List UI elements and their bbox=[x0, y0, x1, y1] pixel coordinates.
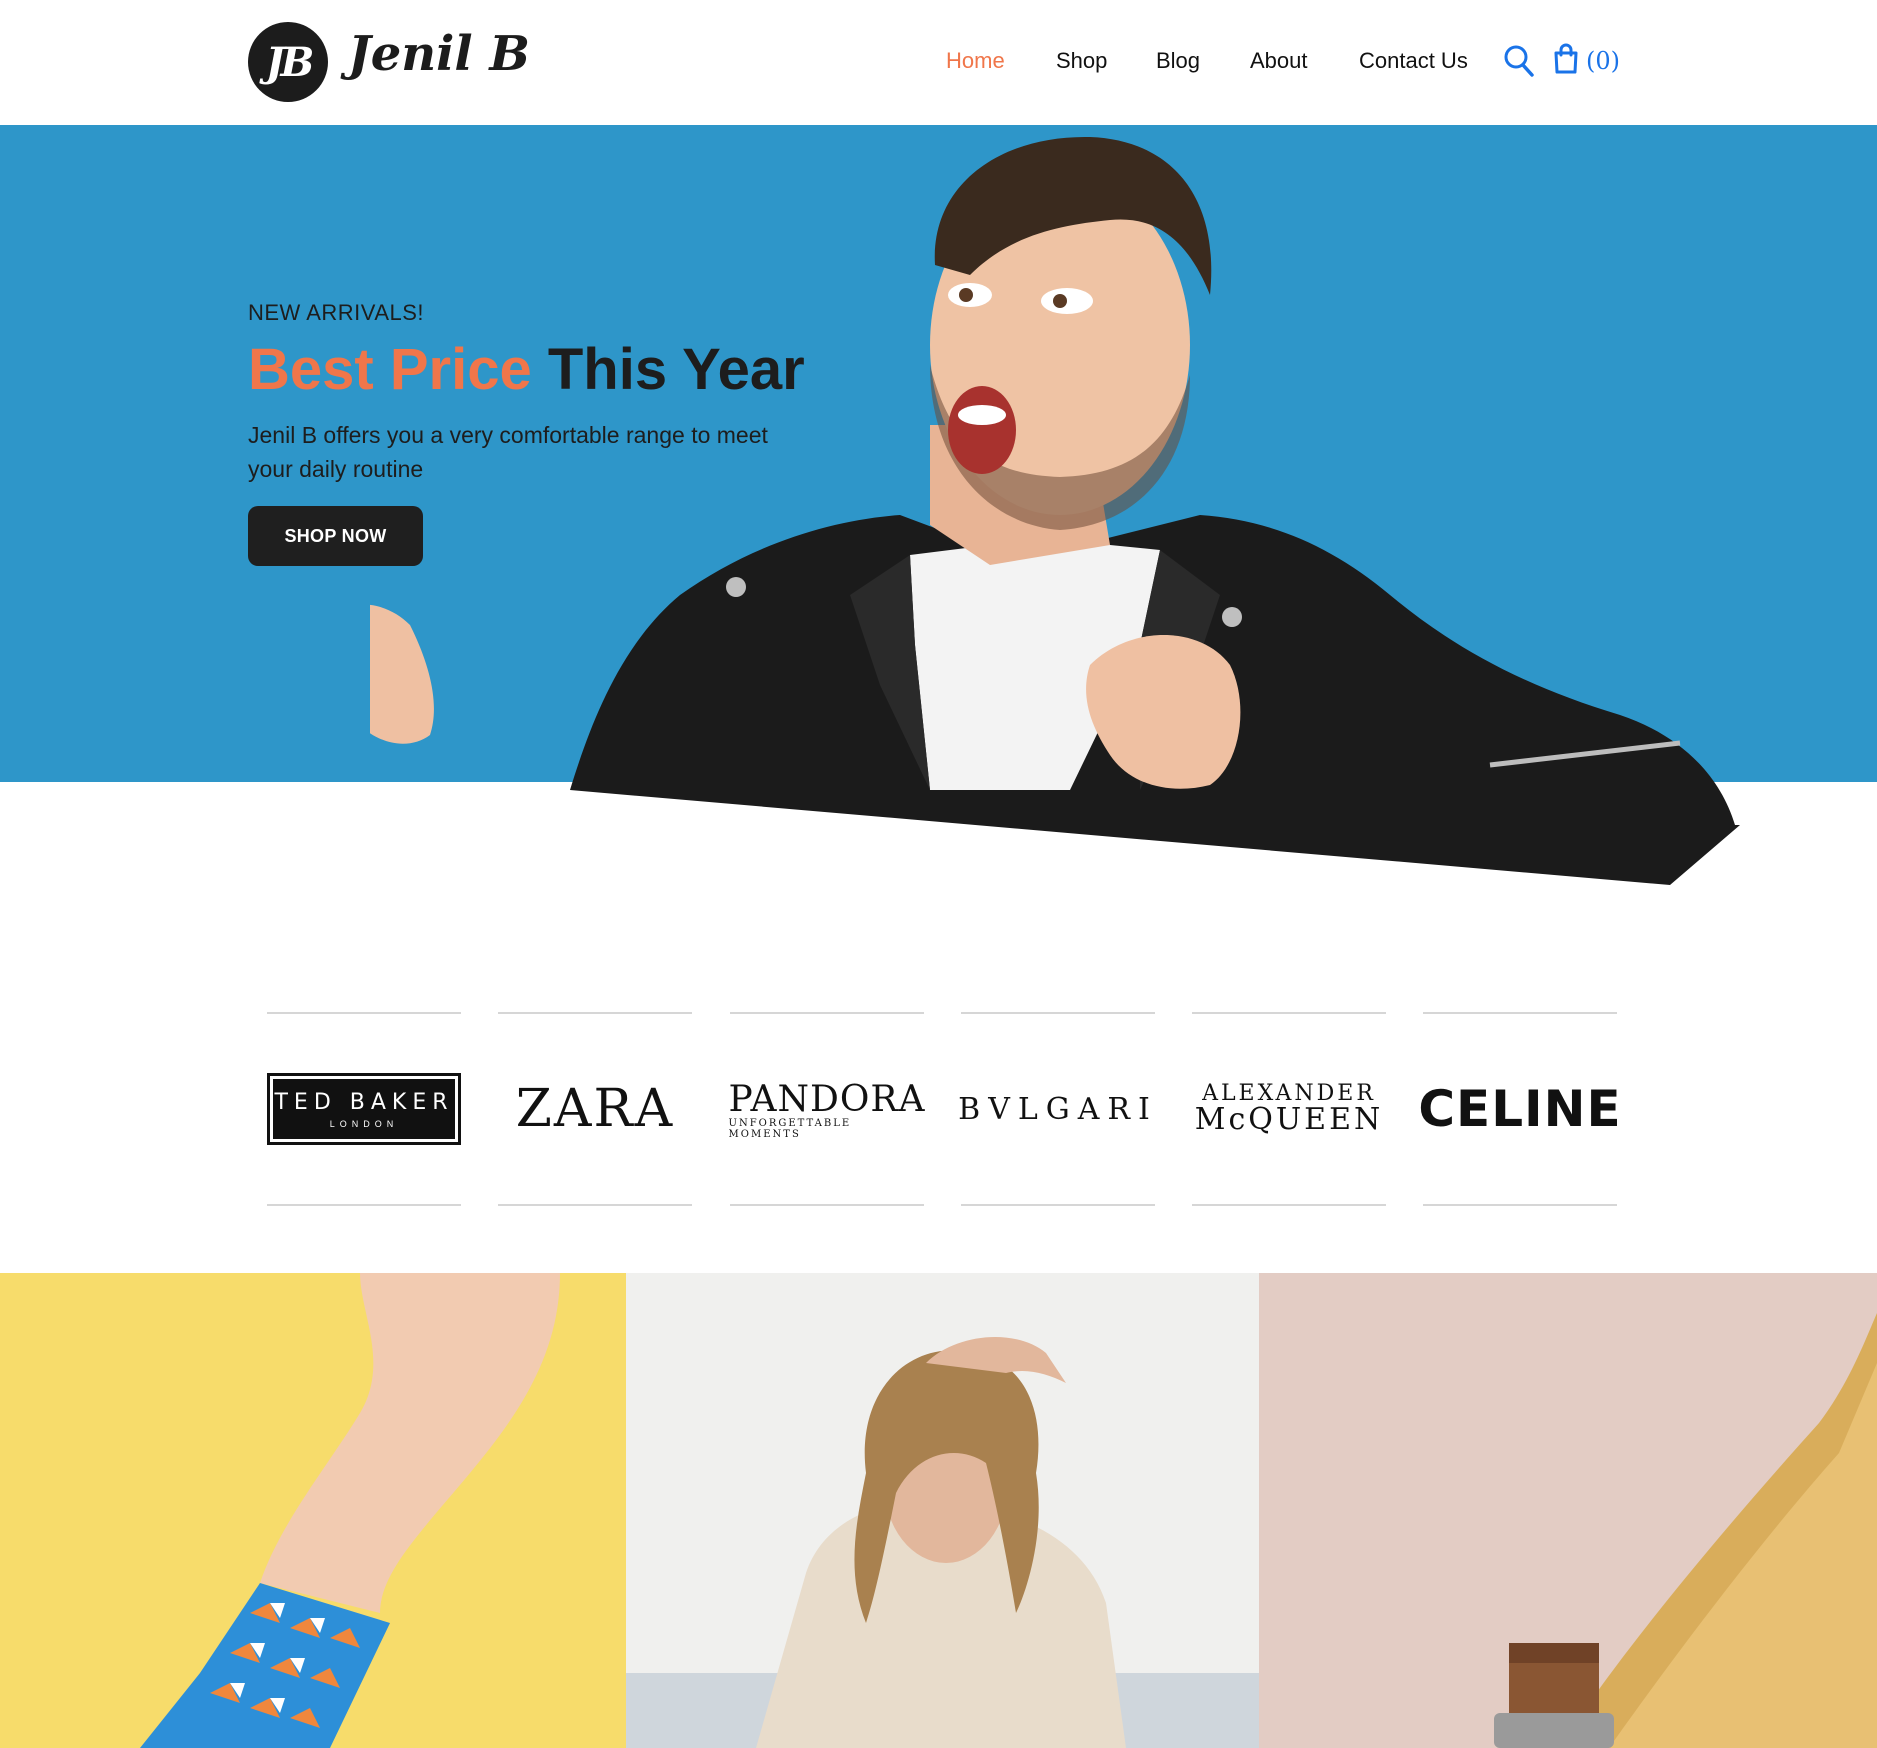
zara-logo: ZARA bbox=[515, 1079, 675, 1139]
nav-contact-us[interactable]: Contact Us bbox=[1359, 48, 1468, 74]
ted-baker-name: TED BAKER bbox=[274, 1089, 454, 1115]
brand-celine[interactable]: CELINE bbox=[1418, 1012, 1621, 1206]
brand-alexander-mcqueen[interactable]: ALEXANDER McQUEEN bbox=[1192, 1012, 1386, 1206]
brand-bvlgari[interactable]: BVLGARI bbox=[958, 1012, 1158, 1206]
category-tile-watch[interactable] bbox=[1259, 1273, 1877, 1748]
logo-mark[interactable]: JB bbox=[248, 22, 328, 102]
pandora-name: PANDORA bbox=[728, 1078, 926, 1120]
brand-ted-baker[interactable]: TED BAKER LONDON bbox=[267, 1012, 461, 1206]
mcqueen-line2: McQUEEN bbox=[1194, 1102, 1384, 1137]
brand-pandora[interactable]: PANDORA UNFORGETTABLE MOMENTS bbox=[729, 1012, 926, 1206]
category-tile-socks[interactable] bbox=[0, 1273, 626, 1748]
logo-text[interactable]: Jenil B bbox=[348, 26, 530, 82]
headline-accent: Best Price bbox=[248, 337, 532, 402]
socks-image bbox=[140, 1273, 560, 1748]
nav-shop[interactable]: Shop bbox=[1056, 48, 1107, 74]
search-icon[interactable] bbox=[1503, 44, 1535, 78]
nav-about[interactable]: About bbox=[1250, 48, 1308, 74]
category-tile-woman[interactable] bbox=[626, 1273, 1259, 1748]
ted-baker-logo: TED BAKER LONDON bbox=[267, 1073, 461, 1145]
celine-logo: CELINE bbox=[1418, 1080, 1622, 1138]
watch-image bbox=[1494, 1313, 1877, 1748]
hero-subtitle: Jenil B offers you a very comfortable ra… bbox=[248, 422, 768, 482]
cart-count: (0) bbox=[1586, 47, 1620, 75]
nav-blog[interactable]: Blog bbox=[1156, 48, 1200, 74]
bvlgari-logo: BVLGARI bbox=[958, 1091, 1158, 1127]
hero-headline: Best Price This Year bbox=[248, 336, 805, 403]
hero-kicker: NEW ARRIVALS! bbox=[248, 300, 425, 325]
shopping-bag-icon bbox=[1552, 43, 1580, 80]
nav-home[interactable]: Home bbox=[946, 48, 1005, 74]
mcqueen-logo: ALEXANDER McQUEEN bbox=[1195, 1081, 1383, 1137]
shop-now-button[interactable]: SHOP NOW bbox=[248, 506, 423, 566]
ted-baker-sub: LONDON bbox=[329, 1118, 399, 1129]
site-header: JB Jenil B Home Shop Blog About Contact … bbox=[0, 0, 1877, 125]
pandora-sub: UNFORGETTABLE MOMENTS bbox=[728, 1117, 852, 1140]
brand-zara[interactable]: ZARA bbox=[498, 1012, 692, 1206]
woman-image bbox=[626, 1336, 1259, 1748]
cart-button[interactable]: (0) bbox=[1552, 43, 1620, 80]
headline-rest: This Year bbox=[547, 337, 805, 402]
hero-model-image bbox=[370, 136, 1740, 885]
pandora-logo: PANDORA UNFORGETTABLE MOMENTS bbox=[729, 1079, 926, 1140]
